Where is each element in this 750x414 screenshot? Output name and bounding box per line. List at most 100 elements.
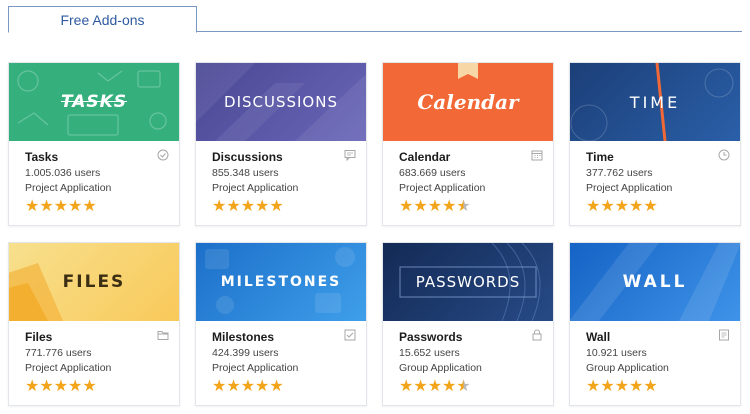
- star-icon: ★: [600, 198, 615, 215]
- addon-user-count: 15.652 users: [399, 347, 460, 359]
- folder-icon: [157, 331, 169, 340]
- star-icon: ★: [427, 378, 443, 395]
- star-icon: ★: [212, 378, 227, 395]
- banner-title: WALL: [622, 272, 688, 292]
- addon-user-count: 377.762 users: [586, 167, 653, 179]
- star-icon: ★: [68, 198, 83, 215]
- star-icon: ★: [643, 198, 658, 215]
- star-icon: ★: [255, 378, 270, 395]
- banner-title: FILES: [62, 272, 126, 292]
- addon-card-time[interactable]: TIME Time 377.762 users Project Applicat…: [569, 62, 741, 226]
- addon-name: Files: [25, 330, 53, 344]
- banner-image-files: FILES: [9, 243, 179, 321]
- tab-free-add-ons[interactable]: Free Add-ons: [8, 6, 197, 33]
- clock-icon: [718, 149, 730, 161]
- addon-card-wall[interactable]: WALL Wall 10.921 users Group Application…: [569, 242, 741, 406]
- rating-stars: ★★★★★: [25, 379, 179, 395]
- star-icon: ★: [226, 378, 241, 395]
- star-icon: ★: [399, 198, 414, 215]
- addon-category: Project Application: [212, 362, 299, 374]
- addon-category: Group Application: [586, 362, 669, 374]
- banner-image-discussions: DISCUSSIONS: [196, 63, 366, 141]
- addon-card-tasks[interactable]: TASKS Tasks 1.005.036 users Project Appl…: [8, 62, 180, 226]
- star-icon: ★: [614, 378, 630, 395]
- addon-name: Tasks: [25, 150, 59, 164]
- tab-bar: Free Add-ons: [8, 6, 742, 33]
- star-icon: ★: [442, 378, 457, 395]
- addon-user-count: 683.669 users: [399, 167, 466, 179]
- addon-card-calendar[interactable]: Calendar Calendar 683.669 users Project …: [382, 62, 554, 226]
- addon-name: Discussions: [212, 150, 283, 164]
- star-icon: ★: [456, 198, 471, 215]
- banner-title: TASKS: [60, 92, 128, 112]
- addon-category: Project Application: [399, 182, 486, 194]
- star-icon: ★: [240, 378, 256, 395]
- star-icon: ★: [39, 198, 54, 215]
- star-icon: ★: [82, 378, 97, 395]
- star-icon: ★: [456, 378, 471, 395]
- star-icon: ★: [240, 198, 256, 215]
- rating-stars: ★★★★★: [212, 379, 366, 395]
- addon-user-count: 10.921 users: [586, 347, 647, 359]
- addon-user-count: 771.776 users: [25, 347, 92, 359]
- checklist-icon: [344, 329, 356, 341]
- banner-image-passwords: PASSWORDS: [383, 243, 553, 321]
- addon-name: Time: [586, 150, 614, 164]
- star-icon: ★: [269, 378, 284, 395]
- rating-stars: ★★★★★: [399, 379, 553, 395]
- banner-image-calendar: Calendar: [383, 63, 553, 141]
- addon-category: Group Application: [399, 362, 482, 374]
- addon-user-count: 424.399 users: [212, 347, 279, 359]
- star-icon: ★: [53, 198, 69, 215]
- star-icon: ★: [442, 198, 457, 215]
- star-icon: ★: [629, 198, 644, 215]
- banner-image-wall: WALL: [570, 243, 740, 321]
- star-icon: ★: [25, 198, 40, 215]
- star-icon: ★: [212, 198, 227, 215]
- banner-image-milestones: MILESTONES: [196, 243, 366, 321]
- star-icon: ★: [586, 198, 601, 215]
- addon-user-count: 855.348 users: [212, 167, 279, 179]
- calendar-icon: [531, 150, 543, 161]
- addon-user-count: 1.005.036 users: [25, 167, 101, 179]
- banner-title: MILESTONES: [220, 274, 342, 290]
- star-icon: ★: [643, 378, 658, 395]
- rating-stars: ★★★★★: [25, 199, 179, 215]
- addon-card-passwords[interactable]: PASSWORDS Passwords 15.652 users Group A…: [382, 242, 554, 406]
- banner-title: DISCUSSIONS: [224, 93, 338, 111]
- addon-name: Passwords: [399, 330, 463, 344]
- addon-card-milestones[interactable]: MILESTONES Milestones 424.399 users Proj…: [195, 242, 367, 406]
- star-icon: ★: [68, 378, 83, 395]
- addon-card-discussions[interactable]: DISCUSSIONS Discussions 855.348 users Pr…: [195, 62, 367, 226]
- addon-name: Wall: [586, 330, 611, 344]
- rating-stars: ★★★★★: [399, 199, 553, 215]
- rating-stars: ★★★★★: [586, 199, 740, 215]
- banner-title: Calendar: [417, 90, 519, 114]
- star-icon: ★: [614, 198, 630, 215]
- banner-title: PASSWORDS: [415, 273, 521, 291]
- addon-name: Calendar: [399, 150, 451, 164]
- addon-category: Project Application: [586, 182, 673, 194]
- addon-name: Milestones: [212, 330, 275, 344]
- addon-category: Project Application: [25, 182, 112, 194]
- star-icon: ★: [25, 378, 40, 395]
- banner-image-time: TIME: [570, 63, 740, 141]
- banner-title: TIME: [629, 92, 681, 112]
- star-icon: ★: [269, 198, 284, 215]
- rating-stars: ★★★★★: [586, 379, 740, 395]
- banner-image-tasks: TASKS: [9, 63, 179, 141]
- addon-category: Project Application: [25, 362, 112, 374]
- addon-card-files[interactable]: FILES Files 771.776 users Project Applic…: [8, 242, 180, 406]
- star-icon: ★: [53, 378, 69, 395]
- star-icon: ★: [255, 198, 270, 215]
- lock-icon: [532, 329, 542, 341]
- document-icon: [719, 329, 729, 341]
- star-icon: ★: [226, 198, 241, 215]
- star-icon: ★: [427, 198, 443, 215]
- star-icon: ★: [413, 378, 428, 395]
- star-icon: ★: [600, 378, 615, 395]
- star-icon: ★: [586, 378, 601, 395]
- check-circle-icon: [157, 149, 169, 161]
- star-icon: ★: [82, 198, 97, 215]
- star-icon: ★: [39, 378, 54, 395]
